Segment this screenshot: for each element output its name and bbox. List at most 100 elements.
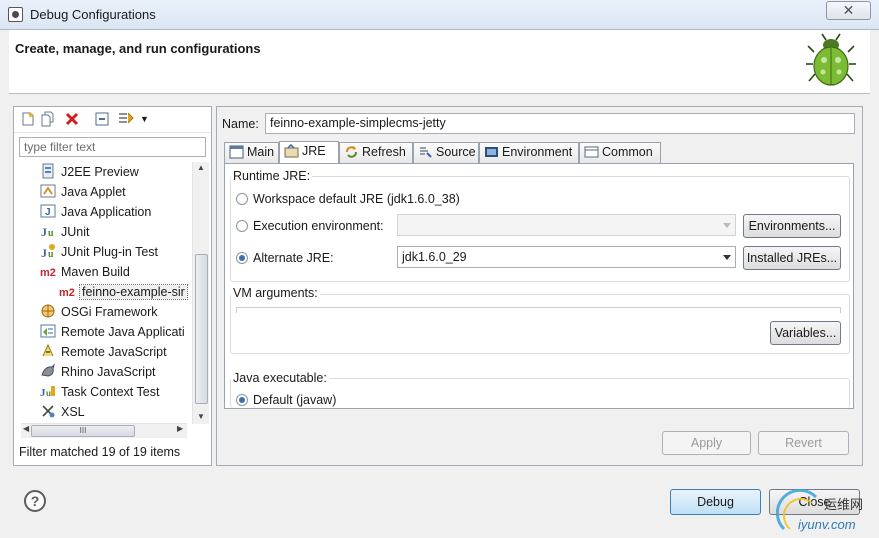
view-menu-icon[interactable]: ▼ xyxy=(140,111,156,127)
scroll-right-icon[interactable]: ▶ xyxy=(177,424,183,433)
osgi-framework-icon xyxy=(41,304,55,318)
filter-config-icon[interactable] xyxy=(118,111,134,127)
tree-item-osgi-framework[interactable]: OSGi Framework xyxy=(40,302,192,322)
tab-jre[interactable]: JRE xyxy=(279,141,339,164)
filter-input[interactable]: type filter text xyxy=(19,137,206,157)
tab-source[interactable]: Source xyxy=(413,142,479,163)
jre-tab-content: Runtime JRE: Workspace default JRE (jdk1… xyxy=(224,163,854,409)
tree-item-feinno-example[interactable]: m2 feinno-example-sir xyxy=(59,282,192,302)
apply-button[interactable]: Apply xyxy=(662,431,751,455)
tab-main[interactable]: Main xyxy=(224,142,279,163)
watermark-text-cn: 运维网 xyxy=(824,498,863,513)
execution-environment-radio[interactable]: Execution environment: xyxy=(236,219,384,233)
chevron-down-icon xyxy=(723,223,731,228)
duplicate-config-icon[interactable] xyxy=(40,111,56,127)
vm-arguments-label: VM arguments: xyxy=(231,286,320,300)
svg-text:J: J xyxy=(45,207,51,218)
radio-icon xyxy=(236,394,248,406)
svg-text:J: J xyxy=(41,246,47,259)
workspace-default-jre-radio[interactable]: Workspace default JRE (jdk1.6.0_38) xyxy=(236,192,460,206)
tree-item-remote-java-application[interactable]: Remote Java Applicati xyxy=(40,322,192,342)
svg-text:m2: m2 xyxy=(59,287,75,299)
delete-config-icon[interactable] xyxy=(64,111,80,127)
new-config-icon[interactable] xyxy=(20,111,36,127)
java-executable-label: Java executable: xyxy=(231,371,329,385)
xsl-icon xyxy=(42,405,55,418)
maven-config-icon: m2 xyxy=(59,287,75,299)
tree-vertical-scrollbar[interactable]: ▲ ▼ xyxy=(192,162,209,424)
junit-plugin-test-icon: Ju xyxy=(41,244,55,259)
alternate-jre-combo[interactable]: jdk1.6.0_29 xyxy=(397,246,736,268)
main-tab-icon xyxy=(229,145,244,159)
vm-arguments-textarea[interactable] xyxy=(236,307,841,313)
radio-icon xyxy=(236,220,248,232)
radio-icon xyxy=(236,193,248,205)
svg-text:u: u xyxy=(46,388,51,398)
title-bar: Debug Configurations ✕ xyxy=(0,0,879,30)
watermark-text-url: iyunv.com xyxy=(798,517,856,532)
tree-item-task-context-test[interactable]: Ju Task Context Test xyxy=(40,382,192,402)
chevron-down-icon xyxy=(723,255,731,260)
bug-icon xyxy=(806,33,856,86)
configuration-list-panel: ▼ type filter text J2EE Preview Java App… xyxy=(13,106,212,466)
junit-icon: Ju xyxy=(41,225,54,239)
vm-arguments-group xyxy=(230,294,850,354)
java-applet-icon xyxy=(40,184,56,198)
j2ee-preview-icon xyxy=(42,163,54,179)
horizontal-scroll-thumb[interactable]: III xyxy=(31,425,135,437)
debug-button[interactable]: Debug xyxy=(670,489,761,515)
configuration-editor-panel: Name: feinno-example-simplecms-jetty Mai… xyxy=(216,106,863,466)
execution-environment-combo[interactable] xyxy=(397,214,736,236)
scroll-up-icon[interactable]: ▲ xyxy=(197,163,205,172)
scroll-left-icon[interactable]: ◀ xyxy=(23,424,29,433)
tab-refresh[interactable]: Refresh xyxy=(339,142,413,163)
configuration-tree[interactable]: J2EE Preview Java Applet J Java Applicati… xyxy=(14,162,192,424)
tree-item-maven-build[interactable]: m2 Maven Build xyxy=(40,262,192,282)
remote-javascript-icon xyxy=(42,343,54,357)
jre-tab-icon xyxy=(284,144,299,158)
site-watermark-logo: 运维网 iyunv.com xyxy=(776,489,863,532)
tab-common[interactable]: Common xyxy=(579,142,661,163)
name-label: Name: xyxy=(222,117,259,131)
tree-horizontal-scrollbar[interactable]: ◀ III ▶ xyxy=(21,423,187,438)
installed-jres-button[interactable]: Installed JREs... xyxy=(743,246,841,270)
scroll-down-icon[interactable]: ▼ xyxy=(197,412,205,421)
environment-tab-icon xyxy=(485,147,498,157)
collapse-all-icon[interactable] xyxy=(94,111,110,127)
svg-text:u: u xyxy=(48,228,54,239)
filter-status: Filter matched 19 of 19 items xyxy=(19,445,181,459)
window-title: Debug Configurations xyxy=(30,7,156,22)
window-close-button[interactable]: ✕ xyxy=(826,1,871,20)
tab-environment[interactable]: Environment xyxy=(479,142,579,163)
common-tab-icon xyxy=(584,146,599,158)
name-field[interactable]: feinno-example-simplecms-jetty xyxy=(265,113,855,134)
tree-item-junit-plugin-test[interactable]: Ju JUnit Plug-in Test xyxy=(40,242,192,262)
maven-build-icon: m2 xyxy=(40,267,56,279)
svg-text:m2: m2 xyxy=(40,267,56,279)
tree-item-rhino-javascript[interactable]: Rhino JavaScript xyxy=(40,362,192,382)
task-context-test-icon: Ju xyxy=(40,386,55,399)
tree-item-junit[interactable]: Ju JUnit xyxy=(40,222,192,242)
dialog-header: Create, manage, and run configurations xyxy=(9,30,870,94)
tree-item-j2ee-preview[interactable]: J2EE Preview xyxy=(40,162,192,182)
alternate-jre-radio[interactable]: Alternate JRE: xyxy=(236,251,334,265)
radio-icon xyxy=(236,252,248,264)
refresh-tab-icon xyxy=(346,146,357,158)
debug-app-icon xyxy=(8,7,23,22)
variables-button[interactable]: Variables... xyxy=(770,321,841,345)
tree-item-remote-javascript[interactable]: Remote JavaScript xyxy=(40,342,192,362)
tree-item-java-application[interactable]: J Java Application xyxy=(40,202,192,222)
environments-button[interactable]: Environments... xyxy=(743,214,841,238)
tree-item-xsl[interactable]: XSL xyxy=(40,402,192,422)
revert-button[interactable]: Revert xyxy=(758,431,849,455)
default-javaw-radio[interactable]: Default (javaw) xyxy=(236,393,336,407)
vertical-scroll-thumb[interactable] xyxy=(195,254,208,404)
svg-text:J: J xyxy=(41,225,47,239)
dialog-heading: Create, manage, and run configurations xyxy=(15,41,261,56)
config-toolbar: ▼ xyxy=(14,107,211,133)
rhino-javascript-icon xyxy=(41,363,55,377)
svg-text:u: u xyxy=(48,249,54,259)
java-application-icon: J xyxy=(40,204,56,218)
help-icon[interactable]: ? xyxy=(24,490,46,512)
tree-item-java-applet[interactable]: Java Applet xyxy=(40,182,192,202)
